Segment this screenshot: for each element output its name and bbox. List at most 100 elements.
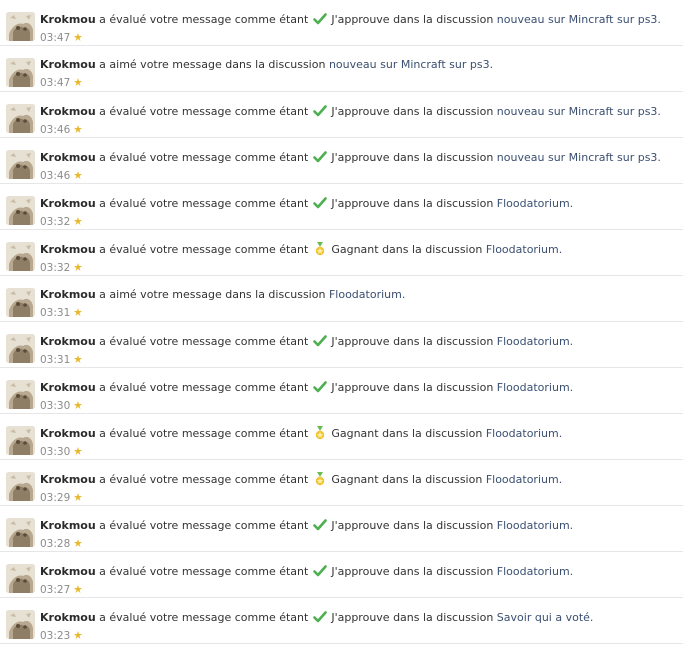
thread-link[interactable]: Floodatorium.: [497, 381, 573, 394]
check-icon: [313, 564, 327, 578]
thread-link[interactable]: Floodatorium.: [486, 427, 562, 440]
username-link[interactable]: Krokmou: [40, 105, 96, 118]
thread-link[interactable]: nouveau sur Mincraft sur ps3.: [497, 105, 661, 118]
rating: J'approuve dans la discussion: [312, 611, 497, 624]
username-link[interactable]: Krokmou: [40, 427, 96, 440]
alert-meta: 03:23: [40, 630, 677, 642]
avatar[interactable]: [6, 564, 35, 593]
alert-content: Krokmou a évalué votre message comme éta…: [40, 242, 677, 274]
rating-label: J'approuve: [331, 565, 390, 578]
rating: J'approuve dans la discussion: [312, 381, 497, 394]
alert-meta: 03:30: [40, 446, 677, 458]
timestamp: 03:31: [40, 354, 71, 366]
avatar[interactable]: [6, 380, 35, 409]
alert-item: Krokmou a évalué votre message comme éta…: [0, 414, 683, 460]
thread-link[interactable]: nouveau sur Mincraft sur ps3.: [497, 151, 661, 164]
timestamp: 03:47: [40, 32, 71, 44]
rating-label: J'approuve: [331, 197, 390, 210]
thread-link[interactable]: Floodatorium.: [497, 197, 573, 210]
thread-link[interactable]: Floodatorium.: [497, 335, 573, 348]
alert-item: Krokmou a aimé votre message dans la dis…: [0, 46, 683, 92]
alert-content: Krokmou a évalué votre message comme éta…: [40, 150, 677, 182]
rating-label: J'approuve: [331, 13, 390, 26]
thread-link[interactable]: Floodatorium.: [486, 473, 562, 486]
avatar[interactable]: [6, 610, 35, 639]
avatar[interactable]: [6, 196, 35, 225]
alert-item: Krokmou a évalué votre message comme éta…: [0, 138, 683, 184]
rating-label: Gagnant: [331, 243, 379, 256]
alert-meta: 03:30: [40, 400, 677, 412]
username-link[interactable]: Krokmou: [40, 13, 96, 26]
thread-link[interactable]: Floodatorium.: [329, 288, 405, 301]
alert-item: Krokmou a évalué votre message comme éta…: [0, 230, 683, 276]
new-star-icon: [73, 354, 82, 363]
username-link[interactable]: Krokmou: [40, 565, 96, 578]
alert-item: Krokmou a évalué votre message comme éta…: [0, 506, 683, 552]
avatar[interactable]: [6, 242, 35, 271]
username-link[interactable]: Krokmou: [40, 58, 96, 71]
thread-link[interactable]: nouveau sur Mincraft sur ps3.: [497, 13, 661, 26]
avatar[interactable]: [6, 288, 35, 317]
thread-link[interactable]: nouveau sur Mincraft sur ps3.: [329, 58, 493, 71]
alerts-list: Krokmou a évalué votre message comme éta…: [0, 0, 683, 644]
username-link[interactable]: Krokmou: [40, 473, 96, 486]
rating: Gagnant dans la discussion: [312, 242, 486, 256]
new-star-icon: [73, 538, 82, 547]
rating: J'approuve dans la discussion: [312, 197, 497, 210]
alert-content: Krokmou a évalué votre message comme éta…: [40, 380, 677, 412]
new-star-icon: [73, 216, 82, 225]
avatar[interactable]: [6, 104, 35, 133]
check-icon: [313, 12, 327, 26]
username-link[interactable]: Krokmou: [40, 243, 96, 256]
username-link[interactable]: Krokmou: [40, 381, 96, 394]
username-link[interactable]: Krokmou: [40, 611, 96, 624]
avatar[interactable]: [6, 518, 35, 547]
alert-item: Krokmou a évalué votre message comme éta…: [0, 322, 683, 368]
timestamp: 03:30: [40, 400, 71, 412]
alert-item: Krokmou a évalué votre message comme éta…: [0, 368, 683, 414]
thread-link[interactable]: Floodatorium.: [497, 565, 573, 578]
check-icon: [313, 334, 327, 348]
rating: J'approuve dans la discussion: [312, 151, 497, 164]
alert-text: a évalué votre message comme étant: [99, 197, 309, 210]
thread-link[interactable]: Savoir qui a voté.: [497, 611, 594, 624]
avatar[interactable]: [6, 426, 35, 455]
username-link[interactable]: Krokmou: [40, 197, 96, 210]
discussion-prefix: dans la discussion: [393, 151, 494, 164]
alert-meta: 03:46: [40, 124, 677, 136]
alert-text: a évalué votre message comme étant: [99, 519, 309, 532]
timestamp: 03:28: [40, 538, 71, 550]
new-star-icon: [73, 446, 82, 455]
username-link[interactable]: Krokmou: [40, 519, 96, 532]
discussion-prefix: dans la discussion: [393, 565, 494, 578]
alert-item: Krokmou a évalué votre message comme éta…: [0, 552, 683, 598]
check-icon: [313, 196, 327, 210]
thread-link[interactable]: Floodatorium.: [497, 519, 573, 532]
avatar[interactable]: [6, 150, 35, 179]
avatar[interactable]: [6, 334, 35, 363]
alert-text: a évalué votre message comme étant: [99, 335, 309, 348]
new-star-icon: [73, 400, 82, 409]
alert-item: Krokmou a évalué votre message comme éta…: [0, 184, 683, 230]
alert-text: a aimé votre message dans la discussion: [99, 58, 326, 71]
username-link[interactable]: Krokmou: [40, 151, 96, 164]
alert-text: a évalué votre message comme étant: [99, 13, 309, 26]
check-icon: [313, 518, 327, 532]
new-star-icon: [73, 32, 82, 41]
alert-text: a évalué votre message comme étant: [99, 105, 309, 118]
avatar[interactable]: [6, 58, 35, 87]
alert-content: Krokmou a aimé votre message dans la dis…: [40, 288, 677, 319]
alert-item: Krokmou a aimé votre message dans la dis…: [0, 276, 683, 322]
rating: J'approuve dans la discussion: [312, 13, 497, 26]
alert-content: Krokmou a évalué votre message comme éta…: [40, 610, 677, 642]
discussion-prefix: dans la discussion: [393, 335, 494, 348]
check-icon: [313, 380, 327, 394]
alert-meta: 03:27: [40, 584, 677, 596]
rating: J'approuve dans la discussion: [312, 565, 497, 578]
rating-label: J'approuve: [331, 519, 390, 532]
avatar[interactable]: [6, 472, 35, 501]
thread-link[interactable]: Floodatorium.: [486, 243, 562, 256]
username-link[interactable]: Krokmou: [40, 335, 96, 348]
username-link[interactable]: Krokmou: [40, 288, 96, 301]
avatar[interactable]: [6, 12, 35, 41]
